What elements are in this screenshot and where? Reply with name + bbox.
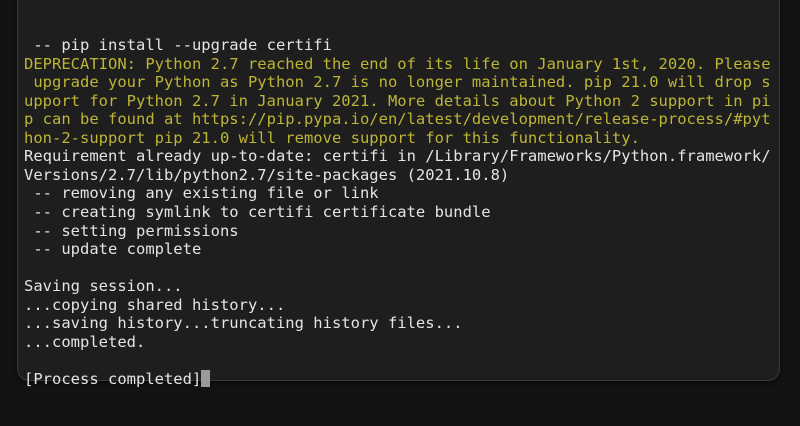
- deprecation-warning-line: hon-2-support pip 21.0 will remove suppo…: [24, 128, 640, 147]
- terminal-output[interactable]: -- pip install --upgrade certifi DEPRECAT…: [24, 0, 771, 426]
- output-line: ...copying shared history...: [24, 295, 286, 314]
- output-line: ...completed.: [24, 332, 146, 351]
- deprecation-warning-line: DEPRECATION: Python 2.7 reached the end …: [24, 54, 771, 73]
- deprecation-warning-line: upgrade your Python as Python 2.7 is no …: [24, 73, 771, 92]
- output-line: -- removing any existing file or link: [24, 184, 379, 203]
- output-line: Saving session...: [24, 277, 183, 296]
- output-line: -- update complete: [24, 240, 202, 259]
- output-line: -- setting permissions: [24, 221, 239, 240]
- terminal-window[interactable]: -- pip install --upgrade certifi DEPRECAT…: [17, 0, 780, 388]
- output-line: -- pip install --upgrade certifi: [24, 36, 332, 55]
- output-line: ...saving history...truncating history f…: [24, 314, 463, 333]
- output-line: -- creating symlink to certifi certifica…: [24, 203, 491, 222]
- process-completed-text: [Process completed]: [24, 369, 202, 388]
- output-line: Requirement already up-to-date: certifi …: [24, 147, 771, 166]
- deprecation-warning-line: upport for Python 2.7 in January 2021. M…: [24, 91, 771, 110]
- cursor-block: [201, 369, 211, 387]
- output-line: Versions/2.7/lib/python2.7/site-packages…: [24, 165, 510, 184]
- deprecation-warning-line: p can be found at https://pip.pypa.io/en…: [24, 110, 771, 129]
- process-completed-line: [Process completed]: [24, 369, 771, 389]
